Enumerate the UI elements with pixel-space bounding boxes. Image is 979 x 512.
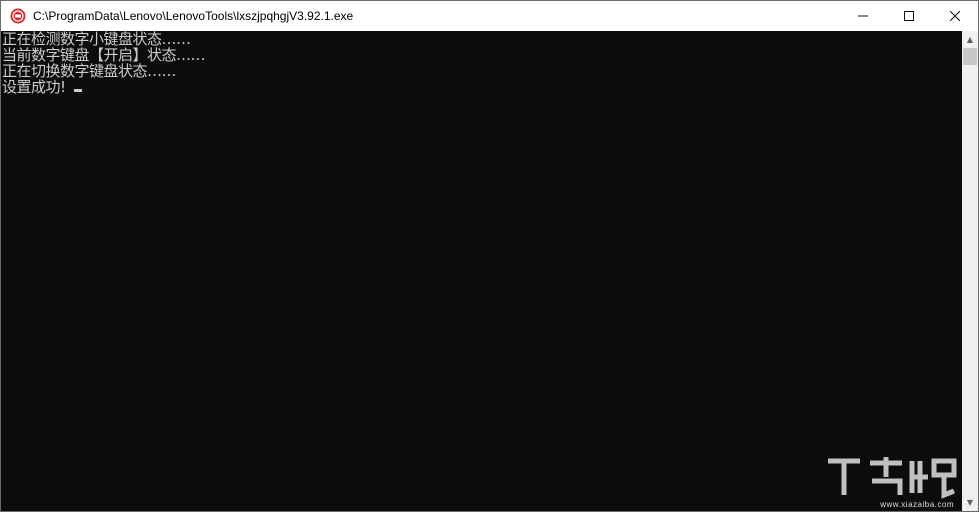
title-bar[interactable]: C:\ProgramData\Lenovo\LenovoTools\lxszjp… (1, 1, 978, 31)
console-line-with-cursor: 设置成功! (1, 79, 962, 95)
text-cursor (73, 89, 82, 92)
minimize-icon (858, 15, 868, 17)
window-title: C:\ProgramData\Lenovo\LenovoTools\lxszjp… (33, 9, 354, 23)
minimize-button[interactable] (840, 1, 886, 31)
scroll-up-arrow-icon[interactable]: ▲ (962, 31, 978, 48)
vertical-scrollbar[interactable]: ▲ ▼ (962, 31, 978, 511)
scroll-down-arrow-icon[interactable]: ▼ (962, 494, 978, 511)
close-icon (950, 11, 960, 21)
console-line: 当前数字键盘【开启】状态…… (2, 46, 206, 64)
console-line: 正在检测数字小键盘状态…… (2, 30, 191, 48)
console-window: C:\ProgramData\Lenovo\LenovoTools\lxszjp… (0, 0, 979, 512)
console-line: 正在切换数字键盘状态…… (2, 62, 177, 80)
close-button[interactable] (932, 1, 978, 31)
lenovo-app-icon (10, 8, 26, 24)
maximize-button[interactable] (886, 1, 932, 31)
maximize-icon (904, 11, 914, 21)
console-line: 设置成功! (2, 78, 66, 96)
watermark-logo: www.xiazaiba.com (820, 453, 960, 509)
console-output[interactable]: 正在检测数字小键盘状态…… 当前数字键盘【开启】状态…… 正在切换数字键盘状态…… (1, 31, 962, 511)
window-controls (840, 1, 978, 31)
watermark-graphic-icon (828, 457, 957, 499)
watermark-url: www.xiazaiba.com (880, 500, 954, 509)
scrollbar-thumb[interactable] (963, 48, 977, 65)
